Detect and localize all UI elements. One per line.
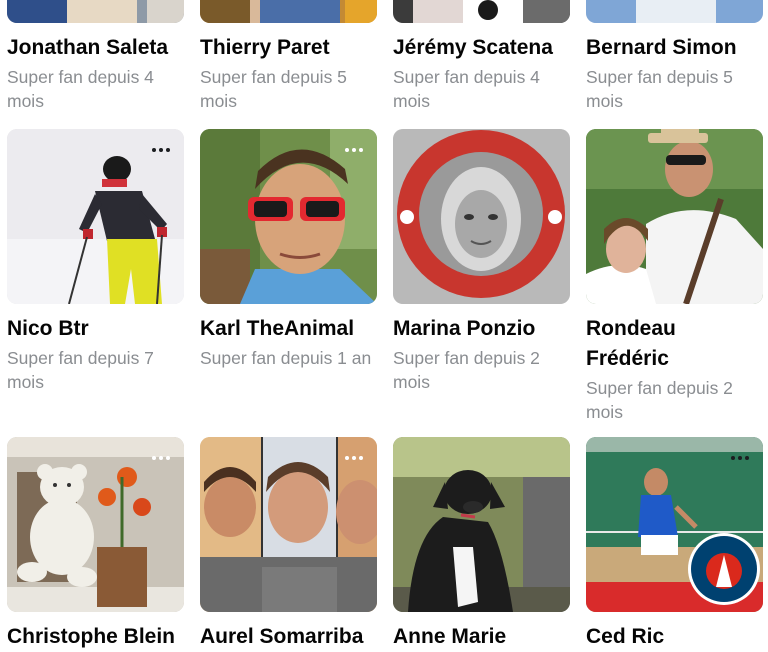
fan-subtitle: Super fan depuis 2 mois [586,378,733,422]
profile-photo[interactable] [586,437,763,612]
fan-subtitle: Super fan depuis 1 an [200,348,372,368]
fan-name[interactable]: Jonathan Saleta [7,33,184,63]
profile-photo[interactable] [586,129,763,304]
profile-photo[interactable] [200,437,377,612]
fan-name[interactable]: Marina Ponzio [393,314,570,344]
fan-card[interactable]: Thierry Paret Super fan depuis 5 mois [200,0,377,113]
profile-photo[interactable] [200,129,377,304]
fan-card[interactable]: Rondeau Frédéric Super fan depuis 2 mois [586,129,763,424]
profile-photo[interactable] [586,0,763,23]
fan-name[interactable]: Bernard Simon [586,33,763,63]
fan-name[interactable]: Thierry Paret [200,33,377,63]
fan-name[interactable]: Jérémy Scatena [393,33,570,63]
fan-card[interactable]: Aurel Somarriba [200,437,377,652]
fan-card[interactable]: Anne Marie [393,437,570,652]
profile-photo[interactable] [393,437,570,612]
fan-subtitle: Super fan depuis 7 mois [7,348,154,392]
fan-card[interactable]: Christophe Blein [7,437,184,652]
fan-card[interactable]: Jérémy Scatena Super fan depuis 4 mois [393,0,570,113]
profile-photo[interactable] [7,0,184,23]
fan-name[interactable]: Aurel Somarriba [200,622,377,652]
fan-card[interactable]: Bernard Simon Super fan depuis 5 mois [586,0,763,113]
profile-photo[interactable] [7,437,184,612]
fan-card[interactable]: Marina Ponzio Super fan depuis 2 mois [393,129,570,394]
more-dots-icon[interactable] [341,143,367,157]
fan-name[interactable]: Nico Btr [7,314,184,344]
more-dots-icon[interactable] [341,451,367,465]
profile-photo[interactable] [7,129,184,304]
fan-subtitle: Super fan depuis 4 mois [7,67,154,111]
profile-photo[interactable] [200,0,377,23]
profile-photo[interactable] [393,0,570,23]
fan-name[interactable]: Anne Marie [393,622,570,652]
more-dots-icon[interactable] [148,451,174,465]
fan-subtitle: Super fan depuis 4 mois [393,67,540,111]
fan-subtitle: Super fan depuis 2 mois [393,348,540,392]
fan-subtitle: Super fan depuis 5 mois [586,67,733,111]
fan-card[interactable]: Jonathan Saleta Super fan depuis 4 mois [7,0,184,113]
fan-name[interactable]: Rondeau Frédéric [586,314,763,374]
fan-card[interactable]: Karl TheAnimal Super fan depuis 1 an [200,129,377,370]
fan-subtitle: Super fan depuis 5 mois [200,67,347,111]
fan-name[interactable]: Christophe Blein [7,622,184,652]
super-fans-grid: Jonathan Saleta Super fan depuis 4 mois … [0,0,768,648]
fan-name[interactable]: Karl TheAnimal [200,314,377,344]
fan-name[interactable]: Ced Ric [586,622,763,652]
profile-photo[interactable] [393,129,570,304]
more-dots-icon[interactable] [148,143,174,157]
more-dots-icon[interactable] [727,451,753,465]
fan-card[interactable]: Nico Btr Super fan depuis 7 mois [7,129,184,394]
fan-card[interactable]: Ced Ric [586,437,763,652]
